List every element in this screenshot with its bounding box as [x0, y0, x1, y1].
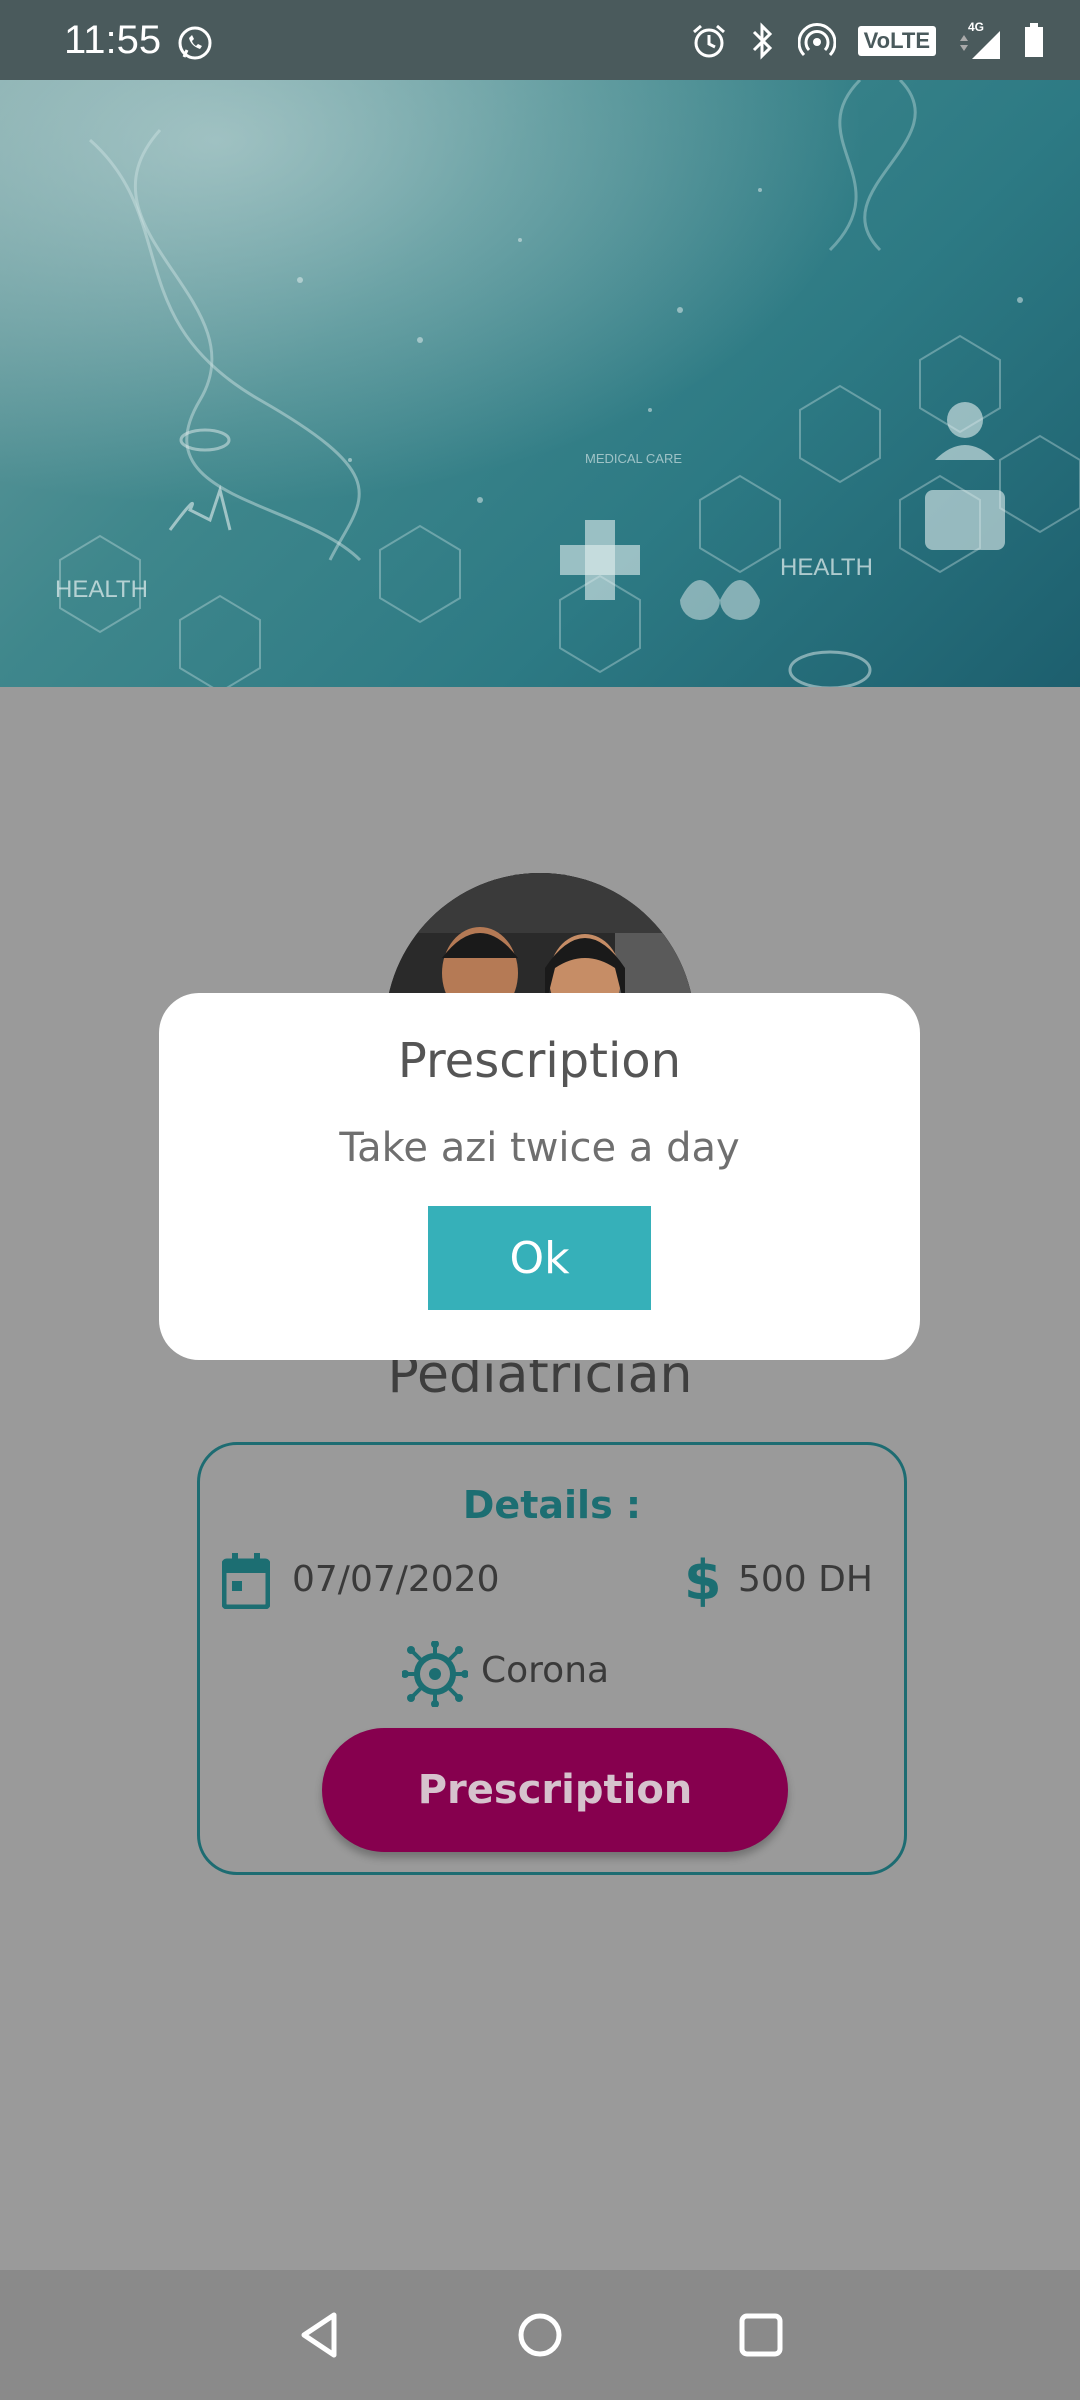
- prescription-button[interactable]: Prescription: [322, 1728, 788, 1852]
- hotspot-icon: [797, 23, 836, 57]
- disease-name: Corona: [481, 1650, 610, 1691]
- header-health-text-1: HEALTH: [55, 576, 148, 603]
- header-health-text-2: HEALTH: [780, 554, 873, 581]
- alarm-icon: [692, 24, 725, 58]
- status-bar: 11:55 VoLTE 4G: [0, 0, 1080, 80]
- details-card: Details : 07/07/2020 $ 500 DH Corona Pre…: [197, 1442, 907, 1875]
- dialog-message: Take azi twice a day: [339, 1125, 740, 1171]
- ok-button[interactable]: Ok: [428, 1206, 651, 1310]
- dialog-title: Prescription: [397, 1033, 682, 1089]
- appointment-date: 07/07/2020: [292, 1559, 500, 1600]
- signal-icon: 4G: [960, 21, 1000, 59]
- svg-text:4G: 4G: [968, 21, 984, 34]
- header-medical-care-text: MEDICAL CARE: [585, 451, 682, 466]
- recents-icon[interactable]: [731, 2305, 791, 2365]
- virus-icon: [402, 1641, 468, 1707]
- back-icon[interactable]: [290, 2305, 350, 2365]
- bluetooth-icon: [752, 22, 772, 60]
- volte-badge: VoLTE: [857, 26, 936, 56]
- whatsapp-icon: [178, 26, 212, 60]
- dollar-icon: $: [684, 1549, 722, 1612]
- navigation-bar: [0, 2270, 1080, 2400]
- details-title: Details :: [462, 1483, 642, 1527]
- header-banner-image: HEALTH HEALTH MEDICAL CARE: [0, 80, 1080, 687]
- prescription-dialog: Prescription Take azi twice a day Ok: [159, 993, 920, 1360]
- status-icons: VoLTE 4G: [690, 20, 1044, 62]
- calendar-icon: [222, 1553, 270, 1609]
- home-icon[interactable]: [510, 2305, 570, 2365]
- status-time: 11:55: [64, 18, 162, 62]
- appointment-price: 500 DH: [738, 1559, 873, 1600]
- battery-icon: [1025, 23, 1043, 57]
